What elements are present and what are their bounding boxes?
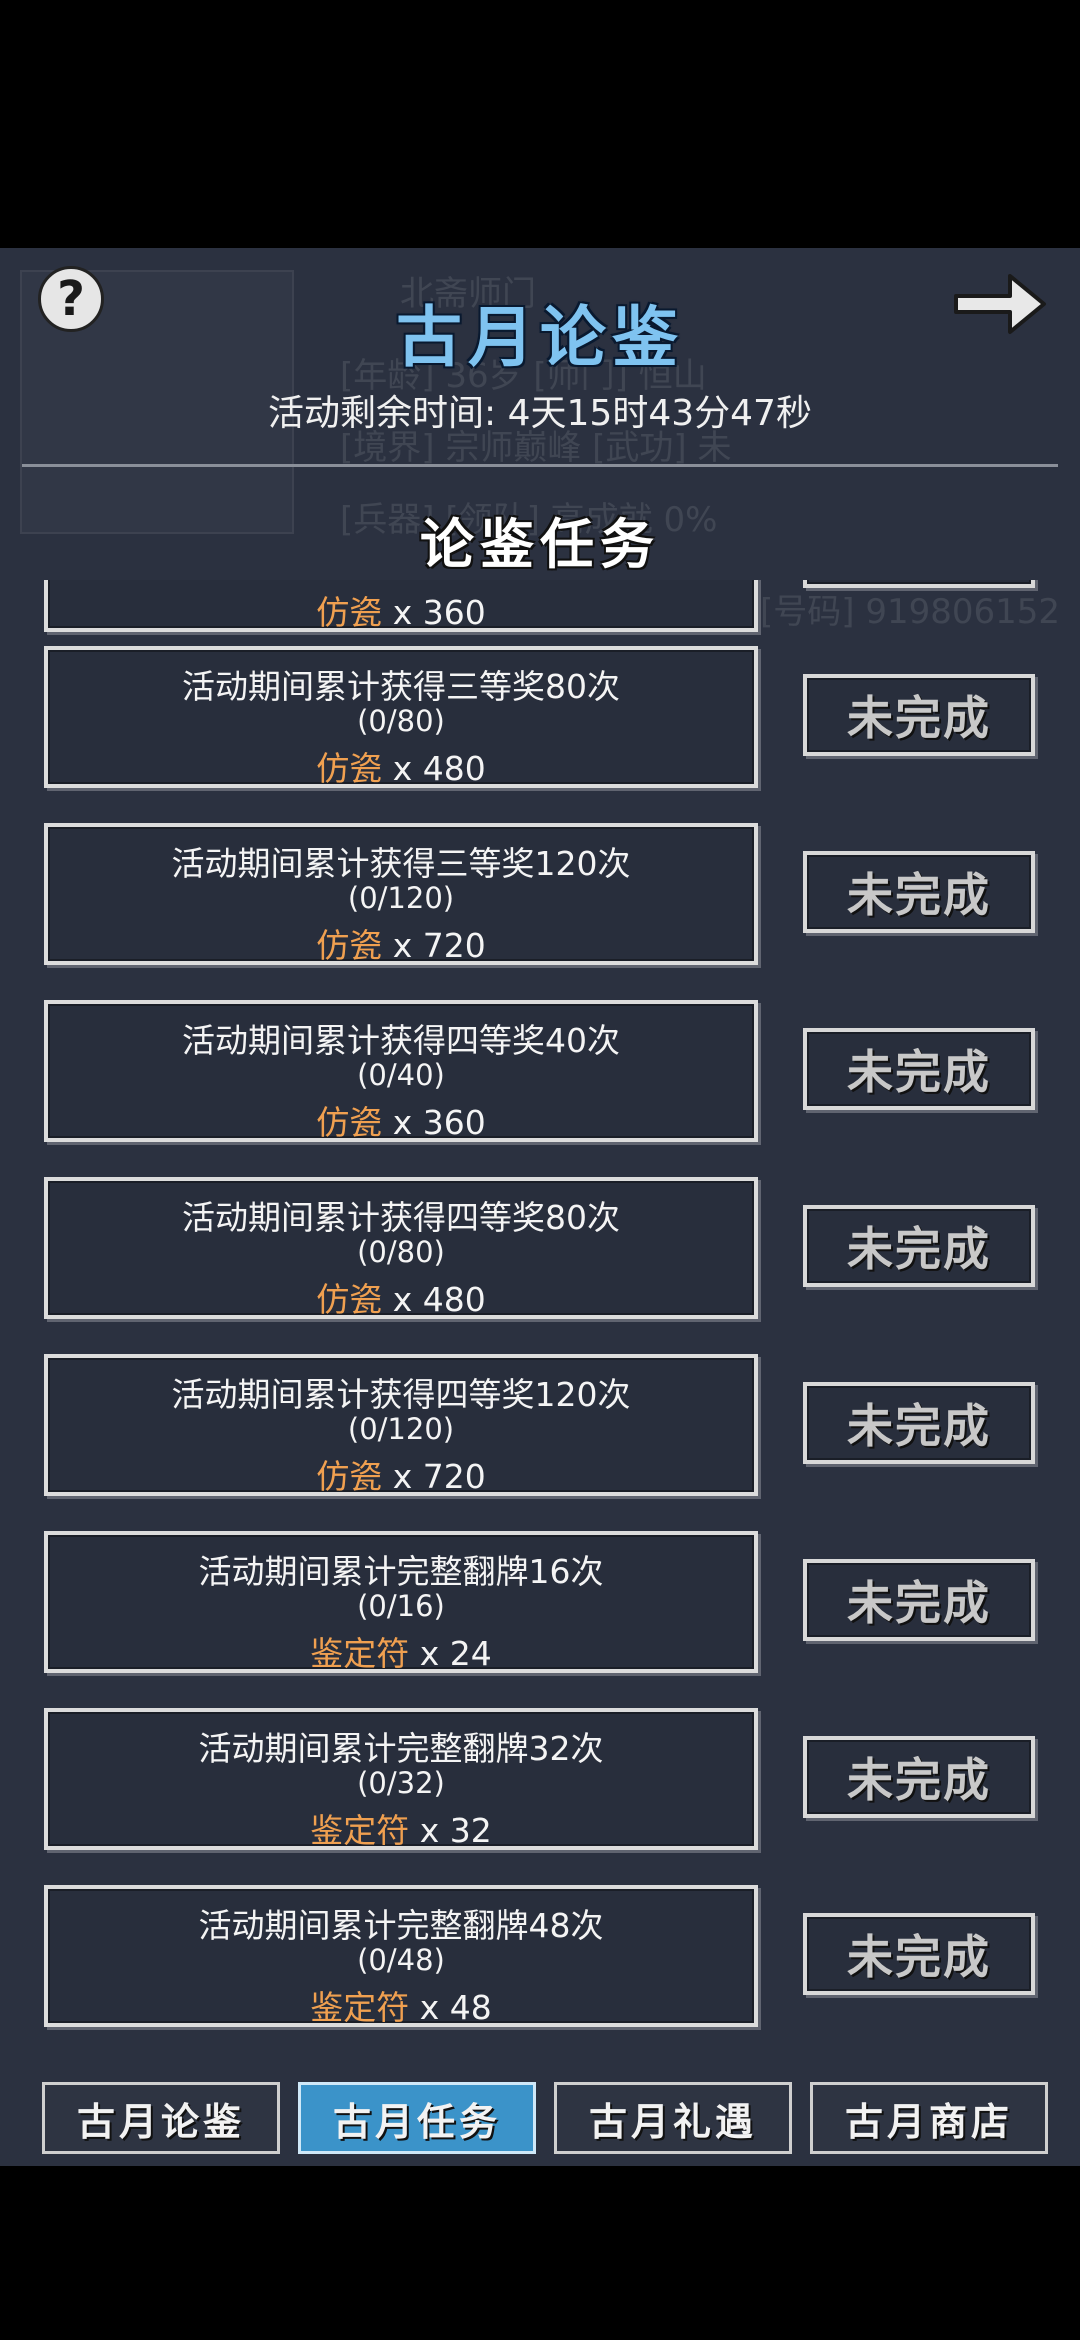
task-progress: (0/120) — [347, 1412, 455, 1446]
task-card: 活动期间累计获得四等奖80次 (0/80) 仿瓷 x 480 — [44, 1177, 758, 1319]
game-screen: 北斋师门 [年龄] 36岁 [师门] 恒山 [境界] 宗师巅峰 [武功] 未 [… — [0, 248, 1080, 2166]
reward-qty: x 480 — [392, 1280, 486, 1319]
task-reward: 仿瓷 x 480 — [48, 742, 754, 790]
task-reward: 仿瓷 x 480 — [48, 1273, 754, 1321]
status-button[interactable]: 未完成 — [803, 1382, 1035, 1464]
task-progress: (0/40) — [357, 1058, 445, 1092]
header-divider — [22, 464, 1058, 467]
reward-name: 仿瓷 — [316, 1280, 383, 1319]
task-description: 活动期间累计获得四等奖120次 — [171, 1375, 631, 1414]
task-reward: 仿瓷 x 360 — [48, 586, 754, 634]
status-button[interactable]: 未完成 — [803, 851, 1035, 933]
reward-qty: x 720 — [392, 1457, 486, 1496]
task-list[interactable]: 仿瓷 x 360 活动期间累计获得三等奖80次 (0/80) 仿瓷 x 480 … — [0, 580, 1080, 2166]
task-card: 活动期间累计获得三等奖120次 (0/120) 仿瓷 x 720 — [44, 823, 758, 965]
reward-name: 仿瓷 — [316, 926, 383, 965]
task-card: 活动期间累计获得四等奖120次 (0/120) 仿瓷 x 720 — [44, 1354, 758, 1496]
task-description: 活动期间累计获得三等奖80次 — [182, 667, 620, 706]
tab-gu-yue-lun-jian[interactable]: 古月论鉴 — [42, 2082, 280, 2154]
task-reward: 仿瓷 x 720 — [48, 919, 754, 967]
status-button[interactable]: 未完成 — [803, 1028, 1035, 1110]
status-button[interactable] — [803, 580, 1035, 588]
task-progress: (0/16) — [357, 1589, 445, 1623]
status-button[interactable]: 未完成 — [803, 1736, 1035, 1818]
reward-qty: x 24 — [419, 1634, 492, 1673]
task-reward: 仿瓷 x 360 — [48, 1096, 754, 1144]
reward-name: 鉴定符 — [310, 1634, 410, 1673]
activity-timer: 活动剩余时间: 4天15时43分47秒 — [0, 384, 1080, 436]
task-description: 活动期间累计完整翻牌48次 — [198, 1906, 604, 1945]
reward-qty: x 48 — [419, 1988, 492, 2027]
bottom-tab-bar: 古月论鉴 古月任务 古月礼遇 古月商店 — [0, 2078, 1080, 2166]
task-card: 活动期间累计完整翻牌48次 (0/48) 鉴定符 x 48 — [44, 1885, 758, 2027]
reward-name: 鉴定符 — [310, 1811, 410, 1850]
reward-qty: x 360 — [392, 593, 486, 632]
task-description: 活动期间累计完整翻牌32次 — [198, 1729, 604, 1768]
task-card: 仿瓷 x 360 — [44, 580, 758, 632]
task-reward: 鉴定符 x 32 — [48, 1804, 754, 1852]
task-description: 活动期间累计获得四等奖80次 — [182, 1198, 620, 1237]
section-title: 论鉴任务 — [420, 512, 660, 576]
task-progress: (0/80) — [357, 1235, 445, 1269]
reward-name: 仿瓷 — [316, 749, 383, 788]
reward-name: 鉴定符 — [310, 1988, 410, 2027]
task-progress: (0/32) — [357, 1766, 445, 1800]
tab-gu-yue-shang-dian[interactable]: 古月商店 — [810, 2082, 1048, 2154]
timer-label: 活动剩余时间: — [268, 393, 497, 434]
reward-qty: x 720 — [392, 926, 486, 965]
page-title: 古月论鉴 — [396, 298, 684, 376]
task-progress: (0/48) — [357, 1943, 445, 1977]
status-button[interactable]: 未完成 — [803, 1205, 1035, 1287]
task-card: 活动期间累计完整翻牌32次 (0/32) 鉴定符 x 32 — [44, 1708, 758, 1850]
task-progress: (0/80) — [357, 704, 445, 738]
task-description: 活动期间累计获得四等奖40次 — [182, 1021, 620, 1060]
task-progress: (0/120) — [347, 881, 455, 915]
task-description: 活动期间累计完整翻牌16次 — [198, 1552, 604, 1591]
task-card: 活动期间累计完整翻牌16次 (0/16) 鉴定符 x 24 — [44, 1531, 758, 1673]
task-card: 活动期间累计获得四等奖40次 (0/40) 仿瓷 x 360 — [44, 1000, 758, 1142]
reward-name: 仿瓷 — [316, 593, 383, 632]
reward-qty: x 32 — [419, 1811, 492, 1850]
reward-name: 仿瓷 — [316, 1103, 383, 1142]
task-description: 活动期间累计获得三等奖120次 — [171, 844, 631, 883]
status-button[interactable]: 未完成 — [803, 1559, 1035, 1641]
task-reward: 鉴定符 x 24 — [48, 1627, 754, 1675]
status-button[interactable]: 未完成 — [803, 674, 1035, 756]
reward-qty: x 480 — [392, 749, 486, 788]
reward-qty: x 360 — [392, 1103, 486, 1142]
status-button[interactable]: 未完成 — [803, 1913, 1035, 1995]
task-reward: 鉴定符 x 48 — [48, 1981, 754, 2029]
reward-name: 仿瓷 — [316, 1457, 383, 1496]
tab-gu-yue-li-yu[interactable]: 古月礼遇 — [554, 2082, 792, 2154]
task-reward: 仿瓷 x 720 — [48, 1450, 754, 1498]
tab-gu-yue-ren-wu[interactable]: 古月任务 — [298, 2082, 536, 2154]
timer-value: 4天15时43分47秒 — [507, 393, 812, 434]
task-card: 活动期间累计获得三等奖80次 (0/80) 仿瓷 x 480 — [44, 646, 758, 788]
